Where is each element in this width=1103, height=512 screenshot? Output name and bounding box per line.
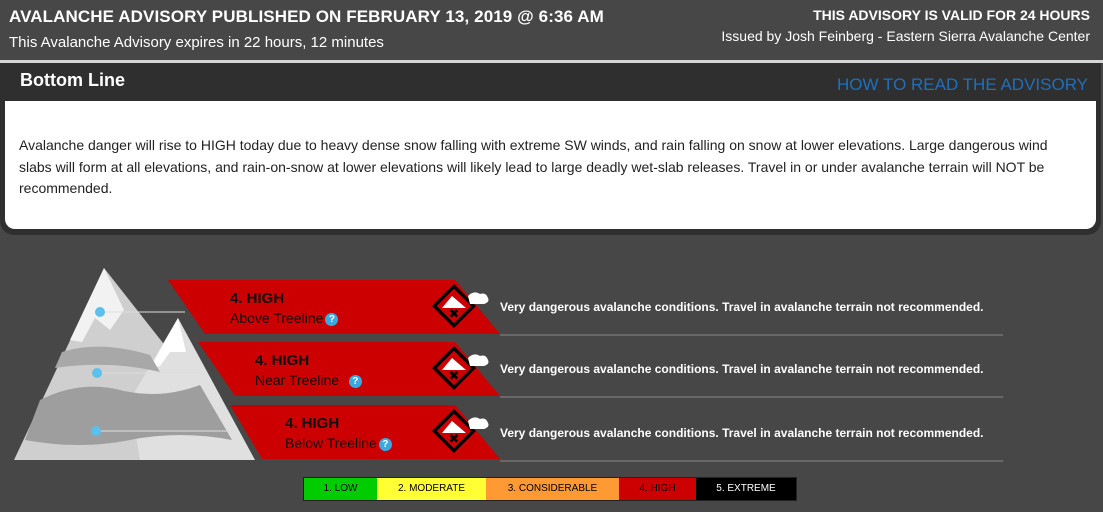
svg-text:✖: ✖ [449,307,460,322]
svg-text:✖: ✖ [449,369,460,384]
danger-scale-legend: 1. LOW 2. MODERATE 3. CONSIDERABLE 4. HI… [303,477,797,501]
legend-low: 1. LOW [304,478,377,500]
band-label-below: 4. HIGH Below Treeline? [285,415,392,451]
band-label-above: 4. HIGH Above Treeline? [230,290,339,326]
dot-near-treeline [92,368,102,378]
legend-extreme: 5. EXTREME [696,478,796,500]
help-icon[interactable]: ? [378,437,392,451]
help-icon[interactable]: ? [348,374,362,388]
legend-moderate: 2. MODERATE [377,478,486,500]
danger-level: 4. HIGH [255,352,310,369]
zone-name: Below Treeline [285,435,377,451]
zone-name: Above Treeline [230,310,324,326]
zone-name: Near Treeline [255,372,340,388]
band-label-near: 4. HIGH Near Treeline ? [255,352,362,388]
band-description-near: Very dangerous avalanche conditions. Tra… [500,362,984,376]
legend-considerable: 3. CONSIDERABLE [486,478,619,500]
band-description-above: Very dangerous avalanche conditions. Tra… [500,300,984,314]
dot-below-treeline [91,426,101,436]
svg-text:✖: ✖ [449,432,460,447]
danger-level: 4. HIGH [285,415,340,432]
legend-high: 4. HIGH [619,478,696,500]
help-icon[interactable]: ? [325,312,339,326]
band-description-below: Very dangerous avalanche conditions. Tra… [500,426,984,440]
dot-above-treeline [95,307,105,317]
danger-level: 4. HIGH [230,290,285,307]
